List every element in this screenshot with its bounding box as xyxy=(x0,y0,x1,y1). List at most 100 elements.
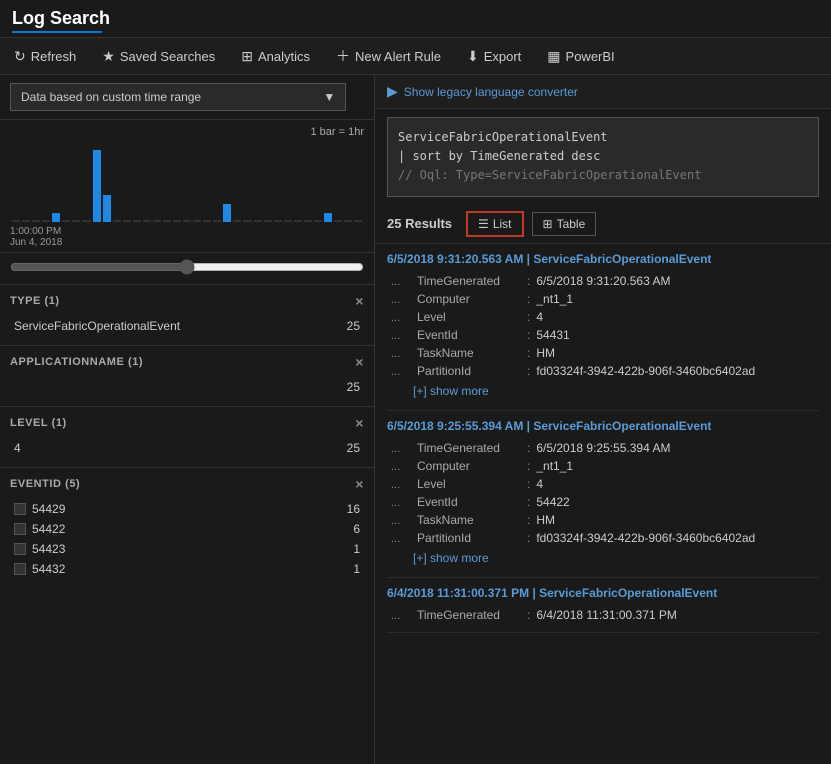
facet-close-1[interactable]: × xyxy=(355,354,364,370)
facet-name-2: LEVEL (1) xyxy=(10,417,67,429)
field-value: 6/5/2018 9:31:20.563 AM xyxy=(536,274,670,288)
saved-searches-button[interactable]: ★ Saved Searches xyxy=(98,46,219,67)
chart-bar xyxy=(324,213,332,222)
field-value: 6/4/2018 11:31:00.371 PM xyxy=(536,608,677,622)
facet-checkbox[interactable] xyxy=(14,503,26,515)
time-range-select[interactable]: Data based on custom time range ▼ xyxy=(10,83,346,111)
chart-bar xyxy=(233,220,241,222)
field-expand-icon[interactable]: ... xyxy=(391,461,417,473)
field-colon: : xyxy=(527,310,530,324)
show-more-link[interactable]: [+] show more xyxy=(387,380,819,402)
chart-bar xyxy=(334,220,342,222)
list-item: 6/5/2018 9:31:20.563 AM | ServiceFabricO… xyxy=(387,244,819,411)
refresh-button[interactable]: ↻ Refresh xyxy=(10,46,80,67)
chart-bar xyxy=(163,220,171,222)
analytics-button[interactable]: ⊞ Analytics xyxy=(237,46,314,67)
table-view-label: Table xyxy=(557,217,586,231)
facet-section-0: TYPE (1) × ServiceFabricOperationalEvent25 xyxy=(0,284,374,345)
export-button[interactable]: ⬇ Export xyxy=(463,46,525,67)
facet-close-2[interactable]: × xyxy=(355,415,364,431)
chart-bar xyxy=(173,220,181,222)
field-value: HM xyxy=(536,513,555,527)
field-expand-icon[interactable]: ... xyxy=(391,366,417,378)
field-expand-icon[interactable]: ... xyxy=(391,276,417,288)
facet-row-label: 4 xyxy=(14,441,21,455)
result-header-0[interactable]: 6/5/2018 9:31:20.563 AM | ServiceFabricO… xyxy=(387,252,819,266)
export-label: Export xyxy=(484,49,522,64)
field-name: TaskName xyxy=(417,346,527,360)
facet-row[interactable]: ServiceFabricOperationalEvent25 xyxy=(10,317,364,335)
page-title: Log Search xyxy=(12,8,819,29)
facet-row-label: ServiceFabricOperationalEvent xyxy=(14,319,180,333)
field-expand-icon[interactable]: ... xyxy=(391,497,417,509)
list-view-button[interactable]: ☰ List xyxy=(466,211,523,237)
chart-bar xyxy=(213,220,221,222)
field-expand-icon[interactable]: ... xyxy=(391,330,417,342)
facet-checkbox[interactable] xyxy=(14,523,26,535)
query-box[interactable]: ServiceFabricOperationalEvent| sort by T… xyxy=(387,117,819,197)
field-expand-icon[interactable]: ... xyxy=(391,533,417,545)
chart-bar xyxy=(143,220,151,222)
chart-bar xyxy=(82,220,90,222)
field-colon: : xyxy=(527,495,530,509)
title-underline xyxy=(12,31,102,33)
time-range-slider[interactable] xyxy=(10,259,364,275)
facet-row[interactable]: 54422 6 xyxy=(10,520,364,538)
facet-row[interactable]: 425 xyxy=(10,439,364,457)
field-expand-icon[interactable]: ... xyxy=(391,479,417,491)
field-colon: : xyxy=(527,608,530,622)
chart-bar xyxy=(254,220,262,222)
list-item: 6/5/2018 9:25:55.394 AM | ServiceFabricO… xyxy=(387,411,819,578)
chart-bar xyxy=(223,204,231,222)
powerbi-icon: ▦ xyxy=(547,48,560,65)
field-value: fd03324f-3942-422b-906f-3460bc6402ad xyxy=(536,364,755,378)
result-header-2[interactable]: 6/4/2018 11:31:00.371 PM | ServiceFabric… xyxy=(387,586,819,600)
chart-bar xyxy=(62,220,70,222)
field-expand-icon[interactable]: ... xyxy=(391,610,417,622)
facet-close-3[interactable]: × xyxy=(355,476,364,492)
show-more-link[interactable]: [+] show more xyxy=(387,547,819,569)
chart-bar xyxy=(193,220,201,222)
saved-searches-label: Saved Searches xyxy=(120,49,215,64)
facet-row[interactable]: 544231 xyxy=(10,540,364,558)
field-expand-icon[interactable]: ... xyxy=(391,515,417,527)
star-icon: ★ xyxy=(102,48,115,65)
facet-row[interactable]: 25 xyxy=(10,378,364,396)
chart-bar xyxy=(22,220,30,222)
field-expand-icon[interactable]: ... xyxy=(391,294,417,306)
right-panel: ▶ Show legacy language converter Service… xyxy=(375,75,831,764)
field-value: 54422 xyxy=(536,495,569,509)
powerbi-button[interactable]: ▦ PowerBI xyxy=(543,46,618,67)
result-fields-2: ...TimeGenerated:6/4/2018 11:31:00.371 P… xyxy=(387,606,819,624)
result-field: ...TimeGenerated:6/5/2018 9:31:20.563 AM xyxy=(391,272,819,290)
chart-bar xyxy=(72,220,80,222)
field-name: Level xyxy=(417,310,527,324)
query-line-0: ServiceFabricOperationalEvent xyxy=(398,128,808,147)
table-view-button[interactable]: ⊞ Table xyxy=(532,212,597,236)
legacy-lang-row[interactable]: ▶ Show legacy language converter xyxy=(375,75,831,109)
result-field: ...PartitionId:fd03324f-3942-422b-906f-3… xyxy=(391,529,819,547)
facet-name-3: EVENTID (5) xyxy=(10,478,80,490)
facet-checkbox[interactable] xyxy=(14,563,26,575)
time-range-row: Data based on custom time range ▼ xyxy=(0,75,374,120)
new-alert-button[interactable]: ＋ New Alert Rule xyxy=(332,44,445,68)
result-field: ...Level:4 xyxy=(391,475,819,493)
facet-row[interactable]: 5442916 xyxy=(10,500,364,518)
facet-checkbox[interactable] xyxy=(14,543,26,555)
facet-row-label: 54422 xyxy=(14,522,65,536)
field-expand-icon[interactable]: ... xyxy=(391,312,417,324)
facet-close-0[interactable]: × xyxy=(355,293,364,309)
refresh-label: Refresh xyxy=(31,49,77,64)
results-list: 6/5/2018 9:31:20.563 AM | ServiceFabricO… xyxy=(375,244,831,764)
result-field: ...TaskName:HM xyxy=(391,511,819,529)
facet-section-3: EVENTID (5) × 5442916 54422 6 544231 544321 xyxy=(0,467,374,588)
facet-section-2: LEVEL (1) × 425 xyxy=(0,406,374,467)
facet-row[interactable]: 544321 xyxy=(10,560,364,578)
field-name: PartitionId xyxy=(417,364,527,378)
field-expand-icon[interactable]: ... xyxy=(391,348,417,360)
field-expand-icon[interactable]: ... xyxy=(391,443,417,455)
facet-name-0: TYPE (1) xyxy=(10,295,60,307)
field-value: _nt1_1 xyxy=(536,292,573,306)
result-header-1[interactable]: 6/5/2018 9:25:55.394 AM | ServiceFabricO… xyxy=(387,419,819,433)
facet-row-count: 6 xyxy=(353,522,360,536)
